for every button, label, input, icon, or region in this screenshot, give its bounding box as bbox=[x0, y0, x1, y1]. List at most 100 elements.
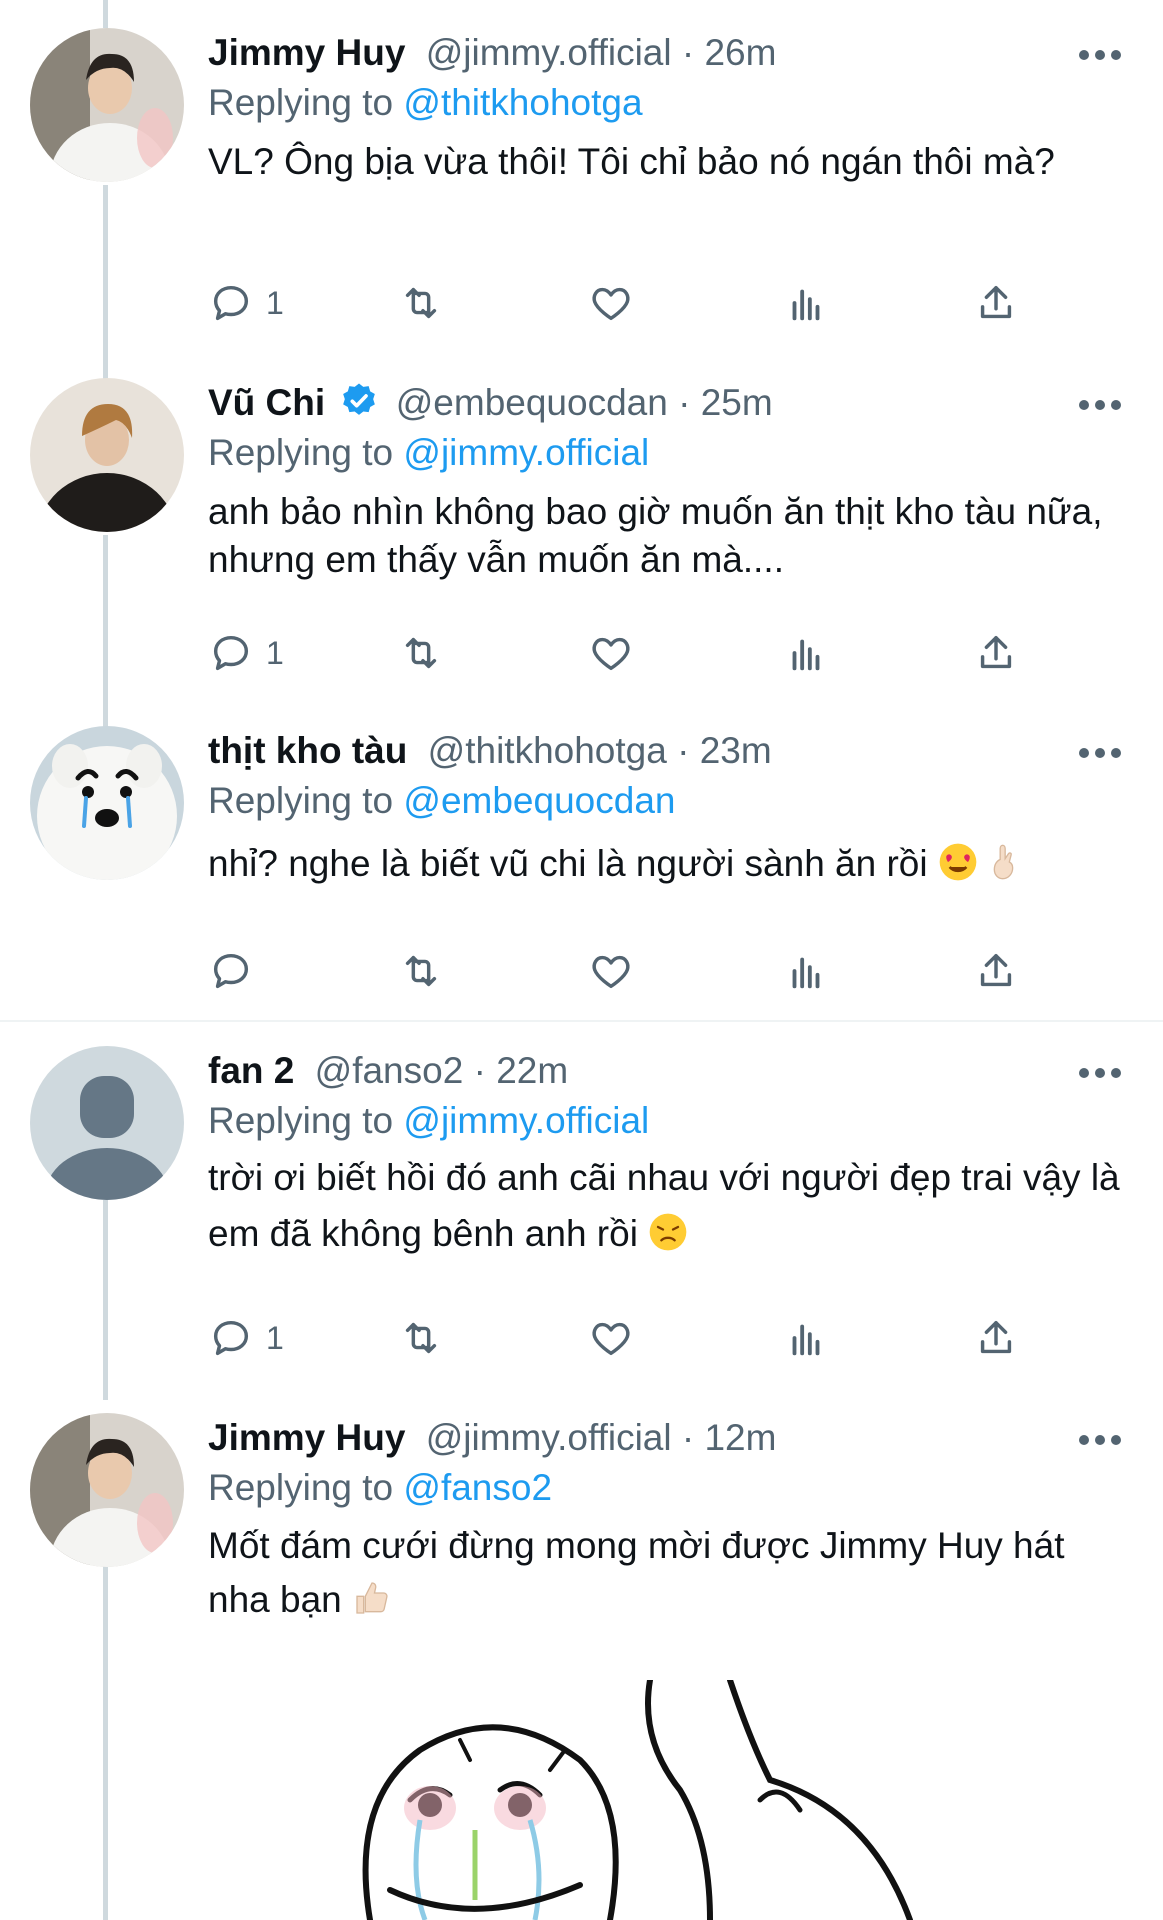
retweet-button[interactable] bbox=[398, 623, 444, 683]
avatar[interactable] bbox=[30, 378, 184, 532]
separator: · bbox=[681, 32, 705, 73]
reply-button[interactable]: 1 bbox=[208, 273, 284, 333]
thread-line bbox=[103, 1565, 108, 1920]
tired-face-emoji-icon bbox=[649, 1213, 687, 1251]
share-icon bbox=[980, 953, 1012, 987]
separator: · bbox=[678, 382, 701, 423]
analytics-icon bbox=[792, 289, 820, 321]
more-icon[interactable] bbox=[1077, 48, 1123, 62]
tweet-text: Mốt đám cưới đừng mong mời được Jimmy Hu… bbox=[208, 1525, 1065, 1620]
reply-icon bbox=[213, 285, 249, 321]
avatar[interactable] bbox=[30, 726, 184, 880]
timestamp[interactable]: 22m bbox=[496, 1050, 568, 1091]
action-bar: 1 bbox=[208, 273, 1028, 333]
replying-to-mention[interactable]: @thitkhohotga bbox=[403, 82, 642, 123]
thread-line bbox=[103, 1200, 108, 1400]
like-button[interactable] bbox=[588, 941, 634, 1001]
share-button[interactable] bbox=[973, 623, 1019, 683]
author-name[interactable]: Jimmy Huy bbox=[208, 1417, 405, 1458]
analytics-button[interactable] bbox=[783, 1308, 829, 1368]
replying-label: Replying to bbox=[208, 1100, 394, 1141]
like-icon bbox=[592, 287, 630, 321]
reply-button[interactable]: 1 bbox=[208, 623, 284, 683]
analytics-icon bbox=[792, 957, 820, 989]
share-button[interactable] bbox=[973, 941, 1019, 1001]
reply-button[interactable]: 1 bbox=[208, 1308, 284, 1368]
verified-badge-icon bbox=[343, 383, 376, 415]
timestamp[interactable]: 23m bbox=[700, 730, 772, 771]
like-icon bbox=[592, 637, 630, 671]
retweet-button[interactable] bbox=[398, 1308, 444, 1368]
avatar[interactable] bbox=[30, 28, 184, 182]
share-button[interactable] bbox=[973, 273, 1019, 333]
avatar-jimmy-icon bbox=[30, 28, 184, 182]
more-icon[interactable] bbox=[1077, 746, 1123, 760]
analytics-button[interactable] bbox=[783, 623, 829, 683]
thread-line bbox=[103, 0, 108, 28]
author-handle[interactable]: @fanso2 bbox=[315, 1050, 464, 1091]
tweet-text-row: Mốt đám cưới đừng mong mời được Jimmy Hu… bbox=[208, 1519, 1088, 1627]
author-name[interactable]: Vũ Chi bbox=[208, 382, 325, 423]
share-icon bbox=[980, 285, 1012, 319]
heart-eyes-emoji-icon bbox=[939, 843, 977, 881]
separator: · bbox=[677, 730, 700, 771]
replying-label: Replying to bbox=[208, 432, 394, 473]
retweet-icon bbox=[405, 637, 437, 669]
avatar[interactable] bbox=[30, 1413, 184, 1567]
author-name[interactable]: thịt kho tàu bbox=[208, 730, 407, 771]
avatar-vuchi-icon bbox=[30, 378, 184, 532]
reply-button[interactable] bbox=[208, 941, 266, 1001]
action-bar: 1 bbox=[208, 623, 1028, 683]
share-icon bbox=[980, 1320, 1012, 1354]
more-icon[interactable] bbox=[1077, 1433, 1123, 1447]
like-button[interactable] bbox=[588, 623, 634, 683]
timestamp[interactable]: 26m bbox=[704, 32, 776, 73]
author-handle[interactable]: @jimmy.official bbox=[426, 1417, 672, 1458]
avatar-dog-icon bbox=[30, 726, 184, 880]
more-icon[interactable] bbox=[1077, 1066, 1123, 1080]
analytics-button[interactable] bbox=[783, 941, 829, 1001]
tweet-text-row: trời ơi biết hồi đó anh cãi nhau với ngư… bbox=[208, 1150, 1128, 1262]
author-name[interactable]: fan 2 bbox=[208, 1050, 294, 1091]
share-icon bbox=[980, 635, 1012, 669]
author-handle[interactable]: @thitkhohotga bbox=[428, 730, 667, 771]
analytics-icon bbox=[792, 639, 820, 671]
replying-label: Replying to bbox=[208, 1467, 394, 1508]
retweet-icon bbox=[405, 955, 437, 987]
tweet-text: anh bảo nhìn không bao giờ muốn ăn thịt … bbox=[208, 491, 1103, 580]
author-name[interactable]: Jimmy Huy bbox=[208, 32, 405, 73]
avatar[interactable] bbox=[30, 1046, 184, 1200]
replying-to-mention[interactable]: @fanso2 bbox=[403, 1467, 552, 1508]
action-bar: 1 bbox=[208, 1308, 1028, 1368]
replying-label: Replying to bbox=[208, 780, 394, 821]
analytics-icon bbox=[792, 1324, 820, 1356]
reply-count: 1 bbox=[266, 1319, 284, 1356]
replying-to-mention[interactable]: @jimmy.official bbox=[403, 1100, 649, 1141]
replying-to-mention[interactable]: @jimmy.official bbox=[403, 432, 649, 473]
reply-count: 1 bbox=[266, 634, 284, 671]
ok-hand-emoji-icon bbox=[993, 844, 1014, 880]
timestamp[interactable]: 12m bbox=[704, 1417, 776, 1458]
meme-image bbox=[350, 1680, 970, 1920]
analytics-button[interactable] bbox=[783, 273, 829, 333]
like-button[interactable] bbox=[588, 1308, 634, 1368]
timestamp[interactable]: 25m bbox=[701, 382, 773, 423]
author-handle[interactable]: @embequocdan bbox=[396, 382, 668, 423]
thumbs-up-emoji-icon bbox=[356, 1582, 388, 1614]
action-bar bbox=[208, 941, 1028, 1001]
like-icon bbox=[592, 1322, 630, 1356]
share-button[interactable] bbox=[973, 1308, 1019, 1368]
tweet-text: nhỉ? nghe là biết vũ chi là người sành ă… bbox=[208, 843, 928, 884]
like-button[interactable] bbox=[588, 273, 634, 333]
reply-icon bbox=[213, 1320, 249, 1356]
replying-to-mention[interactable]: @embequocdan bbox=[403, 780, 675, 821]
reply-icon bbox=[213, 635, 249, 671]
replying-label: Replying to bbox=[208, 82, 394, 123]
author-handle[interactable]: @jimmy.official bbox=[426, 32, 672, 73]
more-icon[interactable] bbox=[1077, 398, 1123, 412]
retweet-icon bbox=[405, 287, 437, 319]
retweet-button[interactable] bbox=[398, 273, 444, 333]
tweet-text-row: nhỉ? nghe là biết vũ chi là người sành ă… bbox=[208, 840, 1123, 888]
tweet-text: VL? Ông bịa vừa thôi! Tôi chỉ bảo nó ngá… bbox=[208, 141, 1055, 182]
retweet-button[interactable] bbox=[398, 941, 444, 1001]
